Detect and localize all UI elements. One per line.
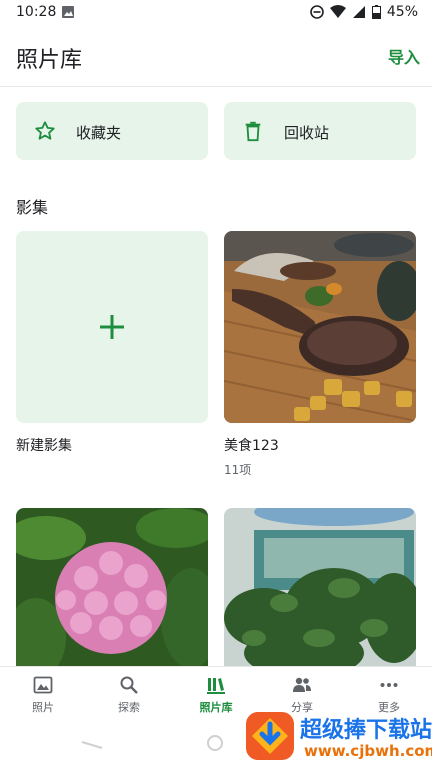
watermark: 超级捧下载站 www.cjbwh.com — [244, 706, 432, 766]
watermark-text: 超级捧下载站 — [300, 718, 432, 743]
image-notification-icon — [62, 6, 74, 18]
new-album-label: 新建影集 — [16, 438, 72, 454]
album-food-thumbnail[interactable] — [224, 231, 416, 423]
watermark-url: www.cjbwh.com — [304, 742, 432, 760]
album-plant-thumbnail[interactable] — [224, 508, 416, 668]
do-not-disturb-icon — [310, 5, 324, 19]
watermark-logo-icon — [246, 712, 294, 760]
album-food-card[interactable]: 美食123 11项 — [224, 231, 416, 477]
favorites-label: 收藏夹 — [76, 124, 122, 142]
star-outline-icon — [35, 121, 55, 140]
page-title: 照片库 — [16, 48, 83, 73]
status-bar: 10:28 45% — [0, 0, 432, 26]
wifi-icon — [329, 5, 346, 18]
hydrangea-photo — [16, 508, 208, 668]
steak-photo — [224, 231, 416, 423]
tab-search-label: 探索 — [118, 701, 140, 714]
search-icon — [120, 676, 138, 694]
album-food-count: 11项 — [224, 463, 252, 477]
home-gesture-icon — [207, 735, 223, 751]
status-icons: 45% — [310, 4, 418, 20]
album-flower-card[interactable] — [16, 508, 208, 668]
back-gesture-icon — [81, 741, 103, 749]
signal-icon — [352, 6, 365, 18]
favorites-tile[interactable]: 收藏夹 — [16, 102, 208, 160]
tab-search[interactable]: 探索 — [86, 667, 172, 721]
app-bar: 照片库 导入 — [0, 26, 432, 87]
plus-icon — [100, 315, 124, 339]
new-album-card[interactable]: 新建影集 — [16, 231, 208, 454]
album-plant-card[interactable] — [224, 508, 416, 668]
trash-icon — [245, 121, 261, 142]
albums-section-title: 影集 — [16, 198, 49, 217]
tab-photos-label: 照片 — [32, 701, 54, 714]
plant-photo — [224, 508, 416, 668]
album-flower-thumbnail[interactable] — [16, 508, 208, 668]
album-food-name: 美食123 — [224, 438, 279, 454]
more-icon — [380, 683, 398, 687]
battery-icon — [371, 5, 381, 19]
tab-photos[interactable]: 照片 — [0, 667, 86, 721]
trash-label: 回收站 — [284, 124, 330, 142]
new-album-tile[interactable] — [16, 231, 208, 423]
photo-icon — [33, 676, 53, 694]
trash-tile[interactable]: 回收站 — [224, 102, 416, 160]
people-icon — [293, 677, 311, 692]
library-icon — [207, 678, 225, 694]
battery-percent: 45% — [386, 4, 418, 20]
import-button[interactable]: 导入 — [388, 44, 420, 68]
status-time: 10:28 — [16, 4, 57, 20]
